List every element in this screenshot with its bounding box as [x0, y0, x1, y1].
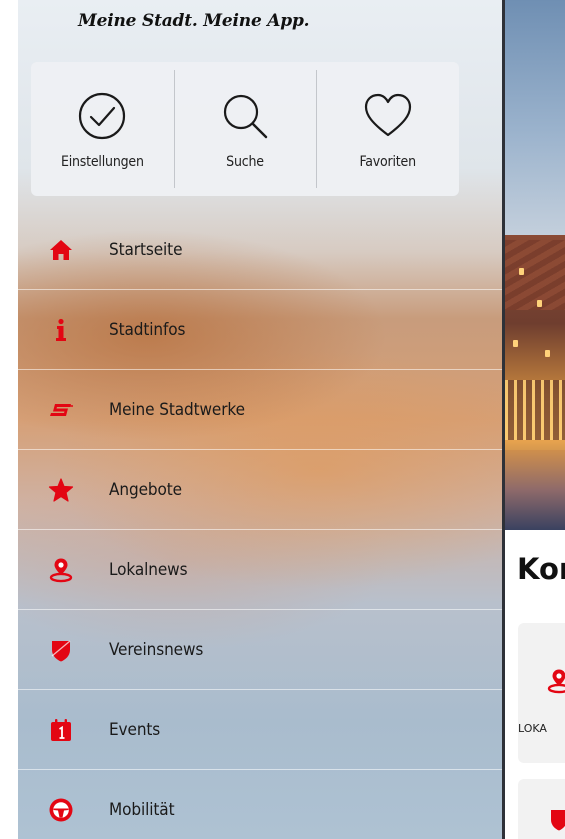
header-photo-sky [505, 0, 565, 235]
home-icon [31, 230, 91, 270]
photo-window [545, 350, 550, 357]
check-circle-icon [79, 92, 126, 140]
steering-wheel-icon [31, 790, 91, 830]
menu-item-lokalnews[interactable]: Lokalnews [18, 530, 502, 610]
photo-window [513, 340, 518, 347]
menu-item-label: Meine Stadtwerke [109, 400, 245, 420]
search-button[interactable]: Suche [173, 62, 317, 196]
menu-item-mobilitaet[interactable]: Mobilität [18, 770, 502, 839]
location-pin-icon [31, 550, 91, 590]
photo-window [519, 268, 524, 275]
background-card-label: LOKA [518, 722, 547, 735]
favorites-label: Favoriten [359, 154, 416, 170]
stadtwerke-logo-icon [31, 390, 91, 430]
shield-icon [31, 630, 91, 670]
menu-item-label: Mobilität [109, 800, 175, 820]
menu-item-label: Startseite [109, 240, 183, 260]
heart-icon [364, 93, 411, 137]
menu-item-vereinsnews[interactable]: Vereinsnews [18, 610, 502, 690]
favorites-button[interactable]: Favoriten [316, 62, 459, 196]
navigation-drawer: Meine Stadt. Meine App. Einstellungen Su… [18, 0, 502, 839]
menu-item-label: Angebote [109, 480, 182, 500]
app-tagline: Meine Stadt. Meine App. [78, 11, 310, 31]
header-photo-lights [505, 380, 565, 440]
quick-actions-panel: Einstellungen Suche Favoriten [31, 62, 459, 196]
menu-item-meine-stadtwerke[interactable]: Meine Stadtwerke [18, 370, 502, 450]
background-page: Kor LOKA [505, 0, 565, 839]
star-icon [31, 470, 91, 510]
menu-item-angebote[interactable]: Angebote [18, 450, 502, 530]
info-icon [31, 310, 91, 350]
shield-icon [551, 810, 565, 831]
settings-button[interactable]: Einstellungen [31, 62, 174, 196]
menu-item-stadtinfos[interactable]: Stadtinfos [18, 290, 502, 370]
search-label: Suche [226, 154, 264, 170]
header-photo-roofs [505, 240, 565, 310]
header-photo-water [505, 450, 565, 530]
calendar-icon [31, 710, 91, 750]
settings-label: Einstellungen [60, 154, 144, 170]
menu-item-label: Stadtinfos [109, 320, 186, 340]
menu-item-label: Lokalnews [109, 560, 188, 580]
menu-item-events[interactable]: Events [18, 690, 502, 770]
menu-item-startseite[interactable]: Startseite [18, 210, 502, 290]
main-menu: Startseite Stadtinfos Meine Stadtwerke A… [18, 210, 502, 839]
location-pin-icon [547, 669, 565, 694]
menu-item-label: Events [109, 720, 161, 740]
background-section-title: Kor [517, 552, 565, 586]
search-icon [223, 94, 268, 139]
photo-window [537, 300, 542, 307]
menu-item-label: Vereinsnews [109, 640, 204, 660]
